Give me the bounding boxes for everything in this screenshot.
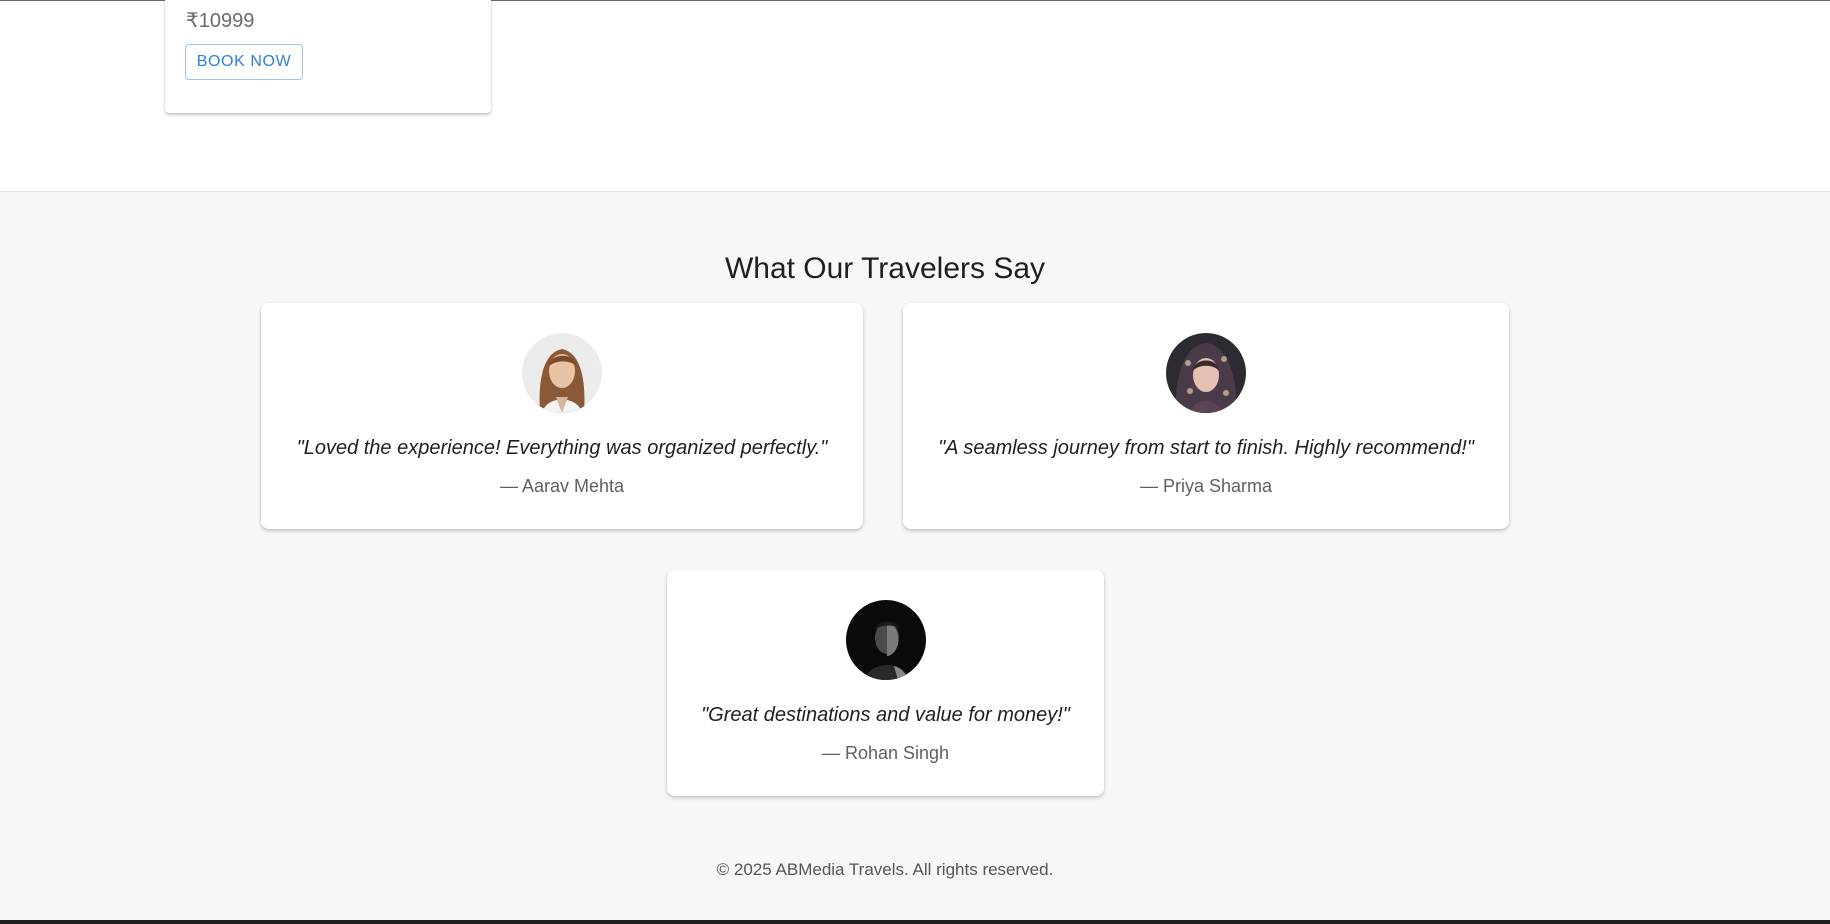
window-bottom-edge bbox=[0, 920, 1830, 924]
testimonial-author: — Rohan Singh bbox=[821, 743, 950, 763]
testimonial-quote: "A seamless journey from start to finish… bbox=[938, 437, 1474, 459]
testimonials-section: What Our Travelers Say "Loved the experi… bbox=[0, 192, 1830, 920]
avatar bbox=[522, 333, 602, 413]
testimonial-card: "Great destinations and value for money!… bbox=[667, 570, 1104, 796]
avatar bbox=[845, 600, 926, 680]
page: ₹10999 BOOK NOW What Our Travelers Say "… bbox=[0, 0, 1830, 924]
testimonial-author: — Aarav Mehta bbox=[499, 476, 625, 496]
packages-section: ₹10999 BOOK NOW bbox=[0, 0, 1830, 192]
testimonial-card: "Loved the experience! Everything was or… bbox=[261, 303, 863, 529]
package-card: ₹10999 BOOK NOW bbox=[165, 0, 491, 113]
testimonial-card: "A seamless journey from start to finish… bbox=[903, 303, 1509, 529]
book-now-button[interactable]: BOOK NOW bbox=[185, 44, 303, 80]
testimonial-quote: "Great destinations and value for money!… bbox=[701, 704, 1070, 726]
testimonial-author: — Priya Sharma bbox=[1139, 476, 1273, 496]
section-title: What Our Travelers Say bbox=[724, 252, 1046, 285]
avatar bbox=[1166, 333, 1246, 413]
testimonial-quote: "Loved the experience! Everything was or… bbox=[296, 437, 828, 459]
footer-copyright: © 2025 ABMedia Travels. All rights reser… bbox=[716, 860, 1054, 879]
package-price: ₹10999 bbox=[186, 10, 255, 32]
